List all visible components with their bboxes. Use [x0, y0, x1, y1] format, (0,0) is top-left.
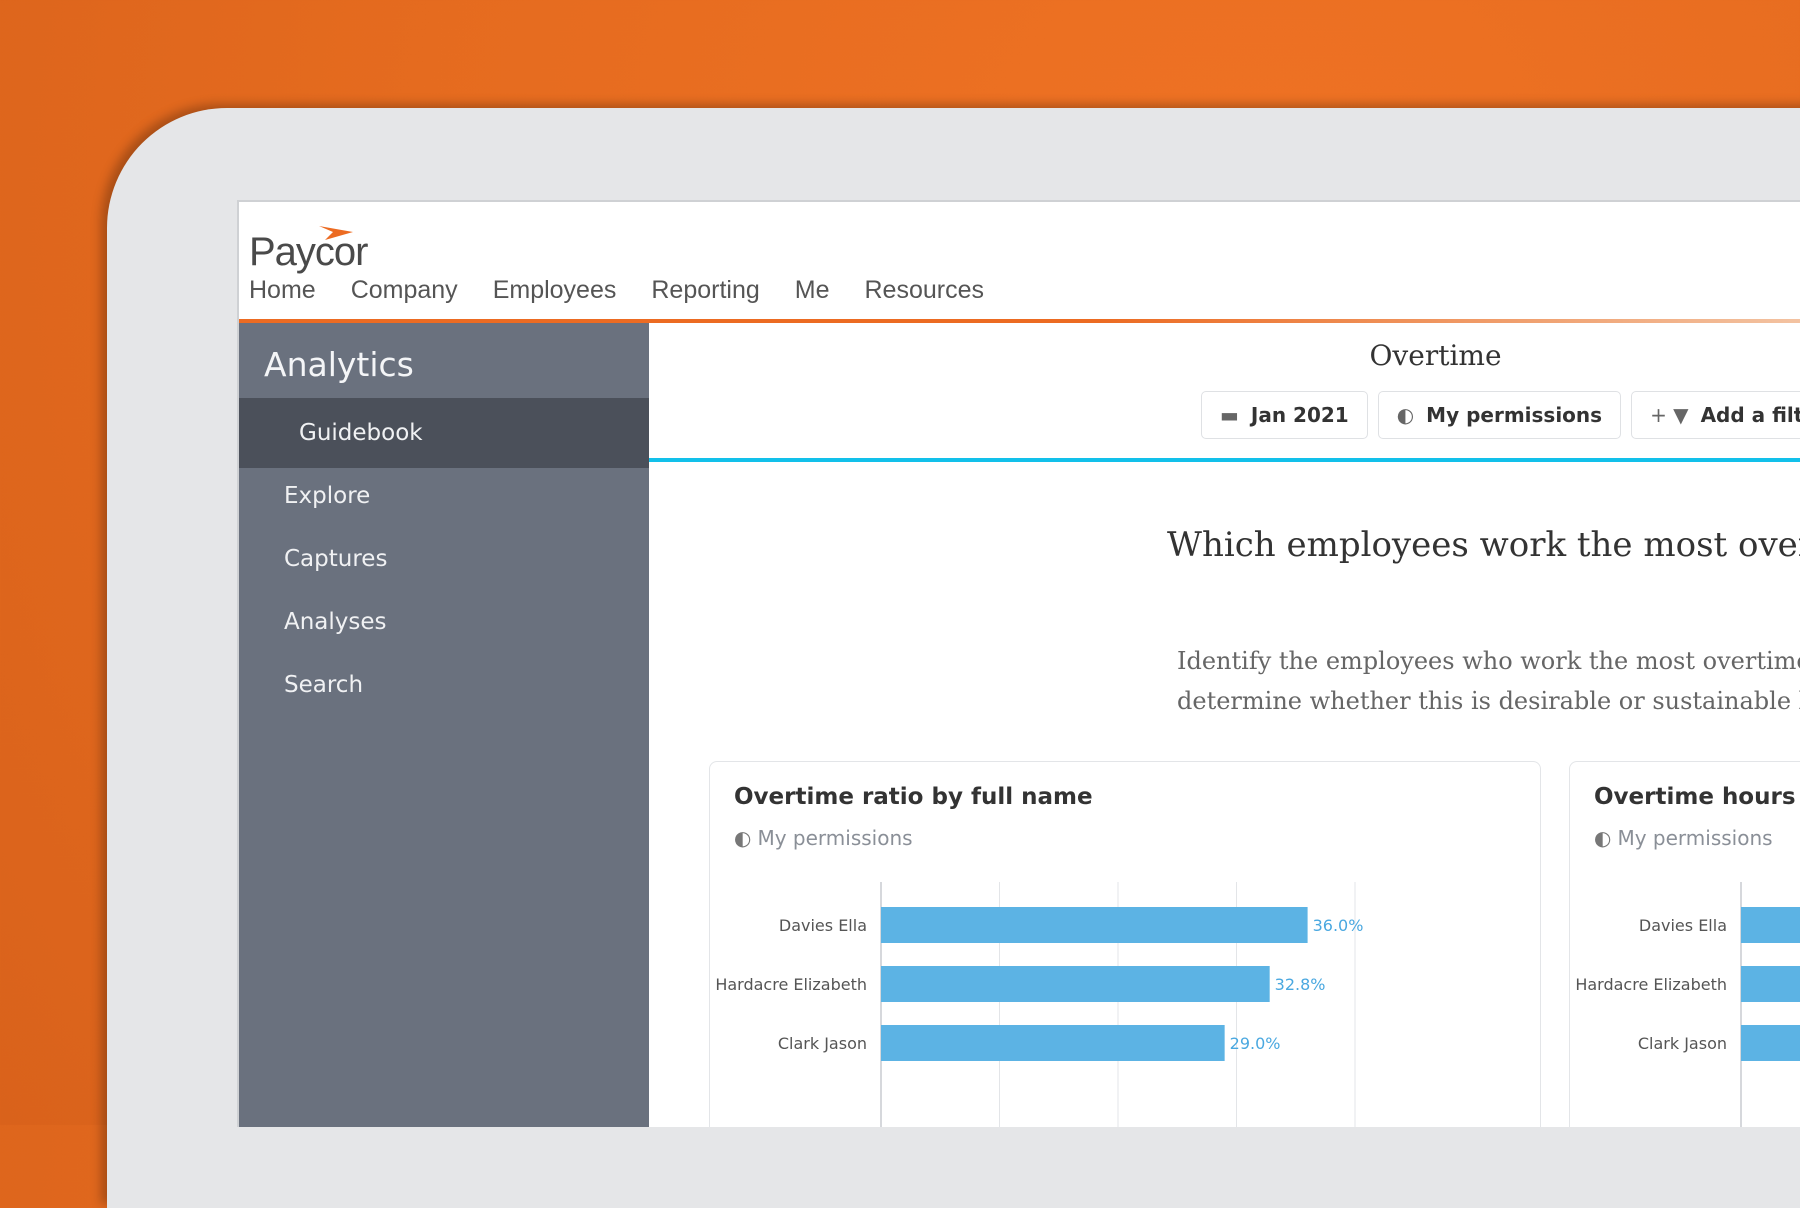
- date-filter-label: Jan 2021: [1250, 403, 1349, 427]
- guide-description: Identify the employees who work the most…: [1177, 641, 1800, 721]
- filter-bar: ▬ Jan 2021 ◐ My permissions + ▼ Add a fi…: [1201, 391, 1800, 439]
- description-line: determine whether this is desirable or s…: [1177, 687, 1800, 715]
- add-filter-button[interactable]: + ▼ Add a filte: [1631, 391, 1800, 439]
- bar: [881, 1025, 1225, 1061]
- category-label: Hardacre Elizabeth: [1575, 975, 1727, 994]
- sidebar-item-analyses[interactable]: Analyses: [239, 587, 649, 657]
- nav-reporting[interactable]: Reporting: [651, 276, 759, 305]
- sidebar-item-label: Guidebook: [299, 420, 423, 446]
- sidebar-item-explore[interactable]: Explore: [239, 461, 649, 531]
- sidebar-item-label: Analyses: [284, 609, 387, 635]
- bar: [1741, 1025, 1800, 1061]
- bar: [881, 966, 1270, 1002]
- permissions-label: My permissions: [1617, 826, 1773, 850]
- calendar-icon: ▬: [1220, 403, 1239, 427]
- category-label: Clark Jason: [1638, 1034, 1727, 1053]
- description-line: Identify the employees who work the most…: [1177, 647, 1800, 675]
- card-permissions: ◐ My permissions: [734, 826, 913, 850]
- bar-value-label: 32.8%: [1275, 975, 1326, 994]
- app-screen: Paycor Home Company Employees Reporting …: [237, 200, 1800, 1127]
- category-label: Davies Ella: [779, 916, 867, 935]
- shield-icon: ◐: [1594, 826, 1612, 850]
- top-nav: Home Company Employees Reporting Me Reso…: [249, 276, 1019, 305]
- chart-card-overtime-ratio[interactable]: Overtime ratio by full name ◐ My permissi…: [709, 761, 1541, 1127]
- sidebar-item-label: Search: [284, 672, 364, 698]
- bar-value-label: 36.0%: [1313, 916, 1364, 935]
- category-label: Davies Ella: [1639, 916, 1727, 935]
- permissions-label: My permissions: [757, 826, 913, 850]
- card-permissions: ◐ My permissions: [1594, 826, 1773, 850]
- sidebar-item-search[interactable]: Search: [239, 650, 649, 720]
- nav-company[interactable]: Company: [351, 276, 458, 305]
- overtime-hours-bar-chart: Davies Ella Hardacre Elizabeth Clark Jason: [1575, 882, 1800, 1127]
- top-header: Paycor Home Company Employees Reporting …: [239, 202, 1800, 323]
- shield-icon: ◐: [1396, 403, 1415, 427]
- chart-card-overtime-hours[interactable]: Overtime hours re ◐My permissions Davies…: [1569, 761, 1800, 1127]
- card-title: Overtime ratio by full name: [734, 784, 1093, 810]
- bar-value-label: 29.0%: [1230, 1034, 1281, 1053]
- date-filter-button[interactable]: ▬ Jan 2021: [1201, 391, 1368, 439]
- category-label: Hardacre Elizabeth: [715, 975, 867, 994]
- bar: [881, 907, 1308, 943]
- category-label: Clark Jason: [778, 1034, 867, 1053]
- guide-question: Which employees work the most overtin: [1167, 525, 1800, 565]
- nav-home[interactable]: Home: [249, 276, 316, 305]
- plus-filter-icon: + ▼: [1650, 403, 1689, 427]
- sidebar-item-label: Captures: [284, 546, 388, 572]
- sidebar-item-guidebook[interactable]: Guidebook: [239, 398, 649, 468]
- nav-employees[interactable]: Employees: [493, 276, 617, 305]
- bar: [1741, 966, 1800, 1002]
- sidebar: Analytics Guidebook Explore Captures Ana…: [239, 323, 649, 1127]
- nav-me[interactable]: Me: [795, 276, 830, 305]
- permissions-filter-button[interactable]: ◐ My permissions: [1377, 391, 1622, 439]
- sidebar-item-captures[interactable]: Captures: [239, 524, 649, 594]
- nav-resources[interactable]: Resources: [865, 276, 985, 305]
- add-filter-label: Add a filte: [1700, 403, 1800, 427]
- page-title: Overtime: [1369, 339, 1502, 372]
- sidebar-item-label: Explore: [284, 483, 371, 509]
- overtime-ratio-bar-chart: Davies Ella 36.0% Hardacre Elizabeth 32.8% C…: [715, 882, 1364, 1127]
- paycor-logo[interactable]: Paycor: [249, 224, 399, 274]
- permissions-filter-label: My permissions: [1426, 403, 1603, 427]
- card-title: Overtime hours re: [1594, 784, 1800, 810]
- logo-arrow-icon: [319, 226, 353, 240]
- sidebar-title: Analytics: [264, 345, 414, 384]
- section-divider: [649, 458, 1800, 462]
- main-content: Overtime ▬ Jan 2021 ◐ My permissions + ▼…: [649, 323, 1800, 1127]
- bar: [1741, 907, 1800, 943]
- shield-icon: ◐: [734, 826, 752, 850]
